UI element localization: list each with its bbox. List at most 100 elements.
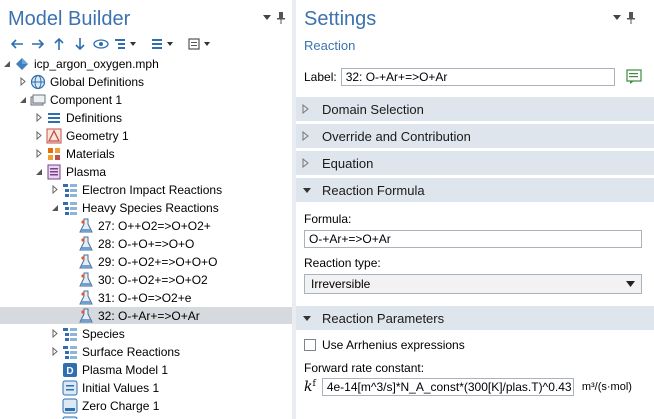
sort-tree-icon[interactable] — [150, 35, 176, 53]
section-title: Equation — [322, 155, 374, 171]
list-view-icon[interactable] — [187, 35, 213, 53]
section-title: Reaction Formula — [322, 182, 425, 198]
forward-rate-caption: Forward rate constant: — [304, 361, 425, 375]
forward-arrow-icon[interactable] — [29, 35, 47, 53]
collapsed-chevron-icon[interactable] — [34, 127, 44, 144]
boundary-icon — [62, 398, 78, 414]
expanded-chevron-icon[interactable] — [18, 91, 28, 108]
up-arrow-icon[interactable] — [50, 35, 68, 53]
kf-unit: m³/(s·mol) — [581, 381, 632, 393]
expanded-chevron-icon[interactable] — [50, 199, 60, 216]
tree-item[interactable]: Surface Reactions — [0, 343, 292, 360]
tree-item[interactable]: 29: O-+O2+=>O+O+O — [0, 253, 292, 270]
show-icon[interactable] — [92, 35, 110, 53]
label-field[interactable]: 32: O-+Ar+=>O+Ar — [340, 68, 615, 86]
collapsed-chevron-icon[interactable] — [18, 73, 28, 90]
plasma-model-icon: D — [62, 362, 78, 378]
tree-item[interactable]: D Plasma Model 1 — [0, 361, 292, 378]
chevron-right-icon — [302, 104, 314, 114]
definitions-icon — [46, 110, 62, 126]
initial-values-icon — [62, 380, 78, 396]
reaction-flask-icon — [78, 308, 94, 324]
tree-item[interactable]: Electron Impact Reactions — [0, 181, 292, 198]
tree-item[interactable]: Materials — [0, 145, 292, 162]
model-builder-title: Model Builder — [8, 8, 131, 30]
expanded-chevron-icon[interactable] — [34, 163, 44, 180]
boundary-icon — [62, 416, 78, 419]
tree-item[interactable]: 27: O++O2=>O+O2+ — [0, 217, 292, 234]
tree-item[interactable]: Definitions — [0, 109, 292, 126]
tree-item-label: 27: O++O2=>O+O2+ — [98, 218, 211, 233]
edit-label-icon[interactable] — [625, 68, 645, 86]
tree-item[interactable]: Species — [0, 325, 292, 342]
reaction-type-value: Irreversible — [311, 277, 371, 291]
model-builder-toolbar — [8, 34, 216, 54]
kf-superscript: f — [312, 379, 316, 389]
tree-item[interactable]: Insulation 1 — [0, 415, 292, 419]
reaction-group-icon — [62, 200, 78, 216]
back-arrow-icon[interactable] — [8, 35, 26, 53]
arrhenius-label: Use Arrhenius expressions — [322, 338, 465, 352]
tree-item[interactable]: icp_argon_oxygen.mph — [0, 55, 292, 72]
tree-item-label: 31: O-+O=>O2+e — [98, 290, 192, 305]
tree-item-label: Zero Charge 1 — [82, 398, 160, 413]
tree-item[interactable]: Heavy Species Reactions — [0, 199, 292, 216]
pin-icon[interactable] — [626, 12, 636, 24]
tree-item[interactable]: 32: O-+Ar+=>O+Ar — [0, 307, 292, 324]
panel-menu-icon[interactable] — [262, 12, 272, 22]
model-file-icon — [14, 56, 30, 72]
section-reaction-parameters[interactable]: Reaction Parameters — [296, 306, 654, 330]
panel-menu-icon[interactable] — [612, 12, 622, 22]
section-domain-selection[interactable]: Domain Selection — [296, 97, 654, 121]
section-reaction-formula[interactable]: Reaction Formula — [296, 178, 654, 202]
tree-item[interactable]: 31: O-+O=>O2+e — [0, 289, 292, 306]
collapsed-chevron-icon[interactable] — [50, 181, 60, 198]
reaction-group-icon — [62, 344, 78, 360]
tree-item-label: Plasma Model 1 — [82, 362, 169, 377]
tree-item-label: Plasma — [66, 164, 107, 179]
down-arrow-icon[interactable] — [71, 35, 89, 53]
reaction-flask-icon — [78, 236, 94, 252]
tree-item[interactable]: 28: O-+O+=>O+O — [0, 235, 292, 252]
collapsed-chevron-icon[interactable] — [50, 325, 60, 342]
tree-item[interactable]: Initial Values 1 — [0, 379, 292, 396]
species-icon — [62, 326, 78, 342]
arrhenius-checkbox[interactable] — [304, 339, 316, 351]
section-equation[interactable]: Equation — [296, 151, 654, 175]
tree-item[interactable]: Global Definitions — [0, 73, 292, 90]
expand-tree-icon[interactable] — [113, 35, 139, 53]
collapsed-chevron-icon[interactable] — [34, 109, 44, 126]
formula-field[interactable]: O-+Ar+=>O+Ar — [304, 230, 642, 248]
globe-icon — [30, 74, 46, 90]
tree-item-label: 29: O-+O2+=>O+O+O — [98, 254, 218, 269]
collapsed-chevron-icon[interactable] — [50, 343, 60, 360]
forward-rate-field[interactable]: 4e-14[m^3/s]*N_A_const*(300[K]/plas.T)^0… — [321, 378, 574, 396]
tree-item[interactable]: Plasma — [0, 163, 292, 180]
section-title: Domain Selection — [322, 101, 424, 117]
formula-caption: Formula: — [304, 212, 352, 226]
tree-item-label: Global Definitions — [50, 74, 145, 89]
pin-icon[interactable] — [276, 12, 286, 24]
tree-item-label: Surface Reactions — [82, 344, 181, 359]
tree-item[interactable]: Component 1 — [0, 91, 292, 108]
section-override-contribution[interactable]: Override and Contribution — [296, 124, 654, 148]
tree-item-label: Component 1 — [50, 92, 123, 107]
tree-item-label: Geometry 1 — [66, 128, 129, 143]
tree-item[interactable]: Geometry 1 — [0, 127, 292, 144]
tree-item-label: Definitions — [66, 110, 123, 125]
settings-subtitle: Reaction — [304, 38, 356, 53]
tree-item[interactable]: 30: O-+O2+=>O+O2 — [0, 271, 292, 288]
reaction-type-select[interactable]: Irreversible — [304, 274, 642, 294]
collapsed-chevron-icon[interactable] — [34, 145, 44, 162]
section-title: Override and Contribution — [322, 128, 471, 144]
arrhenius-row: Use Arrhenius expressions — [304, 338, 465, 352]
expanded-chevron-icon[interactable] — [2, 55, 12, 72]
tree-item[interactable]: Zero Charge 1 — [0, 397, 292, 414]
